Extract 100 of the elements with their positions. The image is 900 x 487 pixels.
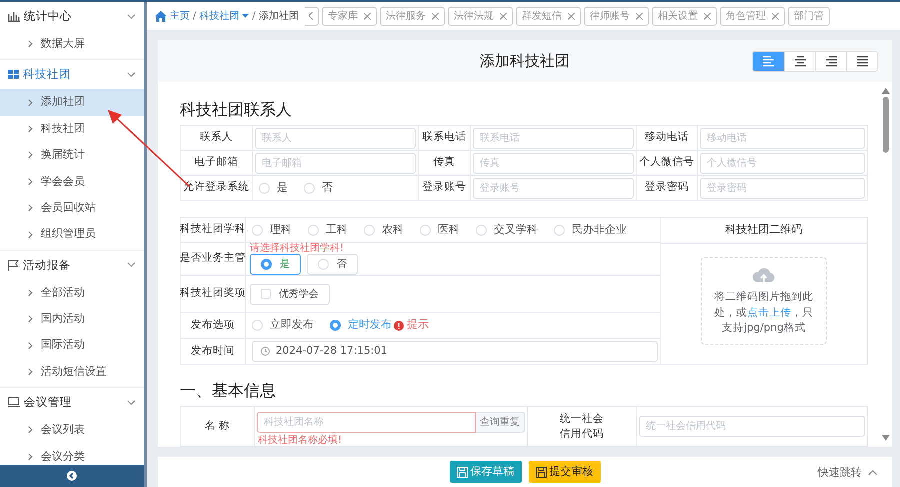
save-icon [536, 466, 546, 478]
field-label: 名 称 [181, 407, 255, 447]
input-field[interactable]: 登录密码 [700, 178, 865, 199]
qr-code-label: 科技社团二维码 [661, 218, 867, 244]
section-title: 科技社团联系人 [180, 100, 293, 120]
quick-jump-button[interactable]: 快速跳转 [818, 465, 878, 482]
chevron-right-icon [28, 204, 33, 212]
scrollbar-thumb[interactable] [883, 97, 889, 153]
field-label: 是否业务主管 [181, 243, 246, 276]
field-label: 科技社团奖项 [181, 276, 246, 314]
sidebar-item[interactable]: 科技社团 [0, 116, 144, 142]
chevron-left-icon [308, 12, 314, 20]
sidebar-item[interactable]: 学会会员 [0, 168, 144, 195]
align-center-icon [794, 56, 806, 67]
field-label: 移动电话 [637, 126, 698, 152]
sidebar-group[interactable]: 科技社团 [0, 60, 144, 90]
chevron-right-icon [28, 426, 33, 434]
field-label: 联系电话 [419, 126, 471, 152]
datetime-field[interactable]: 2024-07-28 17:15:01 [252, 341, 658, 362]
align-button[interactable] [815, 52, 846, 71]
sidebar-item[interactable]: 会员回收站 [0, 194, 144, 222]
chevron-right-icon [28, 315, 33, 324]
chevron-right-icon [28, 124, 33, 133]
sidebar-item[interactable]: 国内活动 [0, 306, 144, 333]
clock-icon [261, 347, 270, 356]
page-title: 添加科技社团 [480, 52, 570, 70]
grid-icon [8, 70, 19, 80]
radio-option[interactable]: 交叉学科 [476, 222, 538, 238]
input-field[interactable]: 统一社会信用代码 [639, 416, 865, 438]
radio-button[interactable] [330, 320, 341, 332]
field-label: 登录账号 [419, 176, 471, 202]
collapse-button[interactable] [0, 465, 144, 487]
sidebar-item[interactable]: 全部活动 [0, 280, 144, 306]
sidebar-item[interactable]: 数据大屏 [0, 31, 144, 58]
sidebar-item[interactable]: 国际活动 [0, 332, 144, 359]
radio-option[interactable]: 否 [307, 254, 358, 276]
input-field[interactable]: 电子邮箱 [255, 152, 416, 174]
sidebar-group[interactable]: 活动报备 [0, 250, 144, 280]
chevron-up-icon [868, 470, 878, 476]
input-field[interactable]: 科技社团名称 [257, 412, 476, 434]
sidebar-item[interactable]: 活动短信设置 [0, 358, 144, 386]
field-label: 个人微信号 [637, 151, 698, 176]
flag-icon [8, 260, 19, 271]
upload-instructions: 将二维码图片拖到此处，或点击上传，只支持jpg/png格式 [714, 290, 814, 336]
field-label: 科技社团学科 [181, 218, 246, 244]
chevron-right-icon [28, 452, 33, 461]
breadcrumb-link[interactable]: 主页 [155, 8, 190, 24]
align-button[interactable] [784, 52, 815, 71]
align-justify-icon [856, 56, 868, 67]
close-icon [432, 12, 439, 20]
save-button[interactable]: 提交审核 [528, 461, 600, 483]
bar-chart-icon [8, 11, 20, 22]
chevron-right-icon [28, 151, 33, 160]
warning-icon [394, 320, 404, 331]
align-button[interactable] [846, 52, 877, 71]
field-label: 登录密码 [637, 176, 698, 202]
checkbox-option[interactable]: 优秀学会 [250, 284, 330, 305]
input-field[interactable]: 移动电话 [700, 128, 865, 149]
radio-option[interactable]: 工科 [308, 222, 348, 238]
sidebar-item[interactable]: 添加社团 [0, 89, 144, 116]
sidebar-item[interactable]: 组织管理员 [0, 221, 144, 248]
input-field[interactable]: 个人微信号 [700, 152, 865, 174]
sidebar-item[interactable]: 会议列表 [0, 417, 144, 444]
breadcrumb-link[interactable]: 科技社团 [199, 8, 250, 24]
scroll-up-icon[interactable] [882, 88, 890, 94]
input-field[interactable]: 联系人 [255, 128, 416, 149]
radio-option[interactable]: 理科 [252, 222, 292, 238]
align-left-icon [763, 56, 774, 67]
close-icon [704, 12, 711, 20]
radio-button[interactable] [261, 259, 272, 270]
close-icon [364, 12, 371, 20]
radio-option[interactable]: 否 [304, 180, 333, 196]
sidebar-group[interactable]: 统计中心 [0, 2, 144, 31]
home-icon [155, 10, 167, 22]
input-field[interactable]: 传真 [473, 152, 634, 174]
radio-option[interactable]: 医科 [420, 222, 460, 238]
checkbox[interactable] [261, 289, 271, 300]
sidebar-item[interactable]: 换届统计 [0, 142, 144, 169]
radio-option[interactable]: 是 [259, 180, 288, 196]
breadcrumb-separator: / [193, 10, 196, 24]
field-label: 发布选项 [181, 313, 246, 340]
close-icon [568, 12, 575, 20]
chevron-right-icon [28, 98, 33, 107]
chevron-down-icon [127, 14, 136, 20]
scroll-left-button[interactable] [304, 6, 319, 26]
upload-area[interactable]: 将二维码图片拖到此处，或点击上传，只支持jpg/png格式 [701, 257, 827, 346]
radio-option[interactable]: 立即发布 [252, 317, 314, 334]
scroll-down-icon[interactable] [882, 435, 890, 441]
sidebar-group[interactable]: 会议管理 [0, 388, 144, 418]
field-label: 联系人 [181, 126, 253, 152]
close-icon [772, 12, 779, 20]
input-field[interactable]: 登录账号 [473, 178, 634, 199]
input-field[interactable]: 联系电话 [473, 128, 634, 149]
radio-option[interactable]: 民办非企业 [554, 222, 627, 238]
chevron-right-icon [28, 178, 33, 186]
field-label: 发布时间 [181, 339, 246, 366]
sidebar-item[interactable]: 会议分类 [0, 444, 144, 465]
radio-option[interactable]: 农科 [364, 222, 404, 238]
error-message: 科技社团名称必填! [257, 435, 344, 446]
close-icon [500, 12, 507, 20]
